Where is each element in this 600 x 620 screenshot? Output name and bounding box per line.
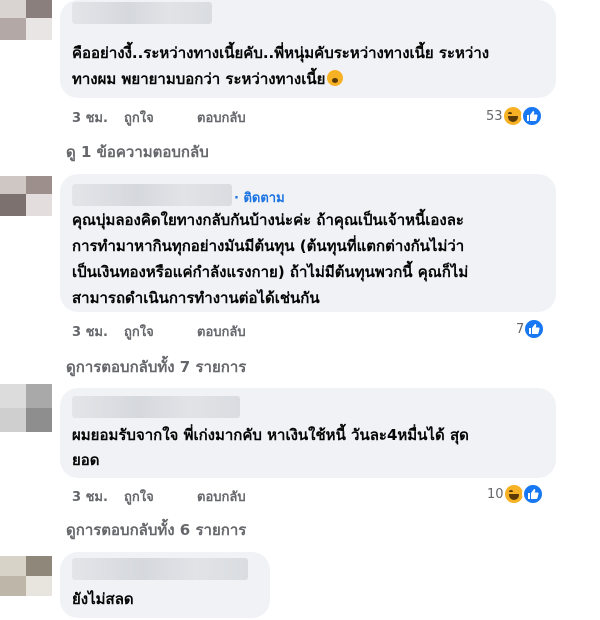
like-icon <box>520 105 543 127</box>
like-button[interactable]: ถูกใจ <box>124 321 154 342</box>
comment-bubble: ผมยอมรับจากใจ พี่เก่งมากคับ หาเงินใช้หนี… <box>60 388 556 478</box>
commenter-name-blurred[interactable] <box>72 2 212 24</box>
comment-actions: 3 ชม. ถูกใจ ตอบกลับ <box>72 321 292 341</box>
comment-time[interactable]: 3 ชม. <box>72 107 108 128</box>
commenter-name-blurred[interactable] <box>72 184 232 206</box>
comment-time[interactable]: 3 ชม. <box>72 486 108 507</box>
comment-actions: 3 ชม. ถูกใจ ตอบกลับ <box>72 486 292 506</box>
astonished-emoji-icon <box>327 70 344 86</box>
comment-time[interactable]: 3 ชม. <box>72 321 108 342</box>
commenter-name-blurred[interactable] <box>72 396 240 418</box>
like-icon <box>521 483 544 505</box>
reaction-summary[interactable]: 10 <box>487 482 544 506</box>
comment-actions: 3 ชม. ถูกใจ ตอบกลับ <box>72 107 292 127</box>
comment-text-line: คืออย่างงี้..ระหว่างทางเนี้ยคับ..พี่หนุ่… <box>72 44 490 62</box>
reaction-count: 10 <box>487 486 504 502</box>
like-button[interactable]: ถูกใจ <box>124 486 154 507</box>
commenter-name-blurred[interactable] <box>72 558 248 580</box>
reply-button[interactable]: ตอบกลับ <box>197 486 246 507</box>
view-replies-link[interactable]: ดูการตอบกลับทั้ง 7 รายการ <box>66 355 246 379</box>
commenter-avatar[interactable] <box>0 556 52 596</box>
comment-bubble: คืออย่างงี้..ระหว่างทางเนี้ยคับ..พี่หนุ่… <box>60 0 556 98</box>
view-replies-link[interactable]: ดูการตอบกลับทั้ง 6 รายการ <box>66 518 246 542</box>
reply-button[interactable]: ตอบกลับ <box>197 107 246 128</box>
like-icon <box>523 318 546 340</box>
comment-text-line: ยังไม่สลด <box>72 590 134 608</box>
comment-text-line: การทำมาหากินทุกอย่างมันมีต้นทุน (ต้นทุนท… <box>72 237 465 255</box>
reaction-summary[interactable]: 7 <box>516 317 546 341</box>
reaction-summary[interactable]: 53 <box>486 104 543 128</box>
comment-text-line: ทางผม พยายามบอกว่า ระหว่างทางเนี้ย <box>72 66 344 92</box>
reply-button[interactable]: ตอบกลับ <box>197 321 246 342</box>
comment-text-line: คุณบุ่มลองคิดใยทางกลับกันบ้างน่ะค่ะ ถ้าค… <box>72 211 464 229</box>
commenter-avatar[interactable] <box>0 176 52 216</box>
comment-text-line: ยอด <box>72 451 100 469</box>
commenter-avatar[interactable] <box>0 384 52 432</box>
comment-text-line: สามารถดำเนินการทำงานต่อได้เช่นกัน <box>72 289 320 307</box>
comment-text-line: เป็นเงินทองหรือแค่กำลังแรงกาย) ถ้าไม่มีต… <box>72 263 469 281</box>
view-replies-link[interactable]: ดู 1 ข้อความตอบกลับ <box>66 140 209 164</box>
follow-link[interactable]: · ติดตาม <box>234 187 285 208</box>
like-button[interactable]: ถูกใจ <box>124 107 154 128</box>
comment-bubble: ยังไม่สลด <box>60 552 270 618</box>
reaction-count: 53 <box>486 108 503 124</box>
comment-bubble: · ติดตาม คุณบุ่มลองคิดใยทางกลับกันบ้างน่… <box>60 174 556 312</box>
commenter-avatar[interactable] <box>0 0 52 40</box>
comment-text-line: ผมยอมรับจากใจ พี่เก่งมากคับ หาเงินใช้หนี… <box>72 426 469 444</box>
